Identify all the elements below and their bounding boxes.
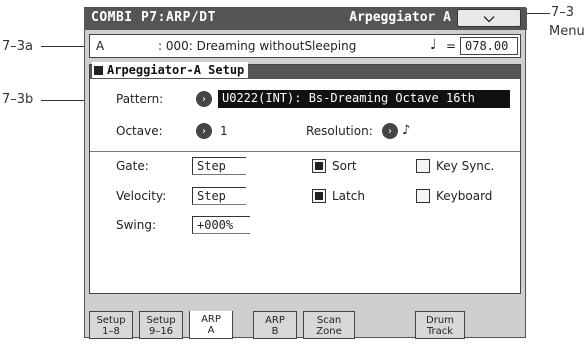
panel-header: Arpeggiator-A Setup <box>90 62 520 79</box>
callout-7-3a: 7–3a <box>2 39 34 54</box>
tab-label-line1: ARP <box>265 315 285 326</box>
pattern-field[interactable]: U0222(INT): Bs-Dreaming Octave 16th <box>218 90 510 108</box>
pattern-popup-icon[interactable]: › <box>196 91 212 107</box>
panel-title: Arpeggiator-A Setup <box>107 63 245 77</box>
callout-7-3: 7–3 <box>551 5 575 20</box>
tab-label-line1: Setup <box>96 315 126 326</box>
swing-field[interactable]: +000% <box>192 216 250 234</box>
latch-checkbox[interactable] <box>312 189 326 203</box>
tab-scan-zone[interactable]: Scan Zone <box>303 311 355 339</box>
gate-label: Gate: <box>116 159 149 173</box>
sort-label: Sort <box>332 159 357 173</box>
tab-label-line1: ARP <box>201 314 221 325</box>
square-bullet-icon <box>94 65 103 75</box>
quarter-note-icon: ♩ <box>430 37 437 53</box>
chevron-down-icon: ⌵ <box>483 10 495 26</box>
tab-drum-track[interactable]: Drum Track <box>415 311 465 339</box>
keyboard-checkbox[interactable] <box>416 189 430 203</box>
tab-arp-a[interactable]: ARP A <box>189 311 233 339</box>
tab-setup-9-16[interactable]: Setup 9–16 <box>139 311 183 339</box>
octave-popup-icon[interactable]: › <box>196 123 212 139</box>
resolution-popup-icon[interactable]: › <box>382 123 398 139</box>
tab-label-line1: Setup <box>146 315 176 326</box>
tab-label-line2: 1–8 <box>102 326 120 337</box>
key-sync-label: Key Sync. <box>436 159 495 173</box>
callout-7-3a-line <box>41 46 85 47</box>
resolution-label: Resolution: <box>306 124 373 138</box>
page-subtitle: Arpeggiator A <box>349 10 451 25</box>
callout-7-3b-line <box>41 100 85 101</box>
menu-button[interactable]: ⌵ <box>457 9 521 27</box>
combi-name: : 000: Dreaming withoutSleeping <box>158 39 357 53</box>
combi-bank: A <box>96 39 105 53</box>
callout-7-3b: 7–3b <box>2 92 34 107</box>
tab-label-line2: Zone <box>316 326 342 337</box>
velocity-field[interactable]: Step <box>192 187 246 205</box>
tab-label-line2: A <box>207 325 215 336</box>
key-sync-checkbox[interactable] <box>416 159 430 173</box>
sort-checkbox[interactable] <box>312 159 326 173</box>
swing-label: Swing: <box>116 218 157 232</box>
tab-label-line2: 9–16 <box>148 326 174 337</box>
callout-7-3-line <box>524 13 550 14</box>
tab-arp-b[interactable]: ARP B <box>253 311 297 339</box>
tab-label-line2: Track <box>426 326 454 337</box>
callout-menu: Menu <box>549 24 585 39</box>
pattern-label: Pattern: <box>116 92 164 106</box>
panel-title-box: Arpeggiator-A Setup <box>92 62 249 78</box>
lcd-screen: COMBI P7:ARP/DT Arpeggiator A ⌵ A : 000:… <box>84 7 527 339</box>
keyboard-label: Keyboard <box>436 189 493 203</box>
tab-label-line1: Drum <box>426 315 454 326</box>
gate-field[interactable]: Step <box>192 157 246 175</box>
page-tabs: Setup 1–8 Setup 9–16 ARP A ARP B Scan Zo… <box>85 311 527 339</box>
tempo-equals: = <box>446 39 457 53</box>
section-divider <box>90 151 520 152</box>
tab-label-line1: Scan <box>316 315 342 326</box>
velocity-label: Velocity: <box>116 189 167 203</box>
latch-label: Latch <box>332 189 365 203</box>
arpeggiator-setup-panel: Arpeggiator-A Setup Pattern: › U0222(INT… <box>89 62 521 294</box>
tempo-field[interactable]: 078.00 <box>460 37 518 55</box>
tab-setup-1-8[interactable]: Setup 1–8 <box>89 311 133 339</box>
octave-value[interactable]: 1 <box>220 124 228 138</box>
tab-label-line2: B <box>271 326 279 337</box>
octave-label: Octave: <box>116 124 163 138</box>
resolution-value[interactable]: ♪ <box>402 123 410 138</box>
combi-select-row[interactable]: A : 000: Dreaming withoutSleeping ♩ = 07… <box>89 34 521 58</box>
title-bar: COMBI P7:ARP/DT Arpeggiator A ⌵ <box>85 8 527 30</box>
page-title: COMBI P7:ARP/DT <box>91 10 216 25</box>
